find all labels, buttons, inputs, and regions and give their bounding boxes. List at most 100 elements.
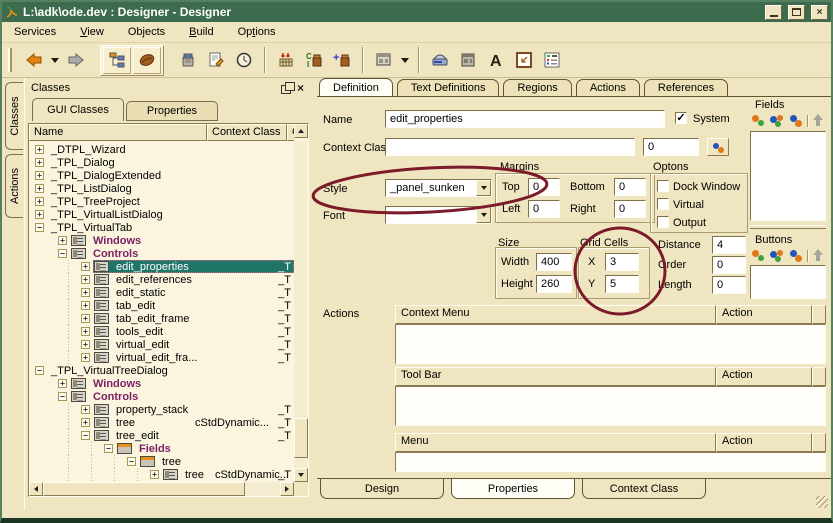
scroll-left-button[interactable] (29, 482, 43, 496)
move-up-icon[interactable] (812, 114, 824, 127)
tab-gui-classes[interactable]: GUI Classes (32, 98, 124, 121)
field-tool-icon-1[interactable] (750, 114, 765, 127)
browse-classes-button[interactable] (133, 47, 161, 74)
tree-row[interactable]: +treecStdDynamic..._T (29, 416, 294, 429)
height-input[interactable]: 260 (536, 275, 572, 293)
move-up-icon[interactable] (812, 249, 824, 262)
tree-row[interactable]: +_TPL_TreeProject (29, 195, 294, 208)
expand-icon[interactable]: + (35, 210, 44, 219)
back-button[interactable] (20, 47, 48, 74)
field-tool-icon-3[interactable] (788, 114, 803, 127)
fields-buttons-splitter[interactable] (750, 225, 826, 229)
font-dropdown-button[interactable] (476, 207, 491, 223)
expand-icon[interactable]: + (81, 275, 90, 284)
field-tool-icon-1[interactable] (750, 249, 765, 262)
tree-row[interactable]: +_TPL_Dialog (29, 156, 294, 169)
field-tool-icon-2[interactable] (769, 114, 784, 127)
tree-row[interactable]: −tree_edit_T (29, 429, 294, 442)
context-class-picker-button[interactable] (707, 138, 729, 156)
collapse-icon[interactable]: − (58, 392, 67, 401)
tree-row[interactable]: +edit_references_T (29, 273, 294, 286)
tree-row[interactable]: +virtual_edit_T (29, 338, 294, 351)
tab-design[interactable]: Design (320, 479, 444, 499)
scroll-up-button[interactable] (294, 124, 308, 138)
close-button[interactable]: × (811, 5, 828, 20)
column-header-context-class[interactable]: Context Class (207, 124, 287, 141)
edit-source-button[interactable] (202, 47, 230, 74)
context-menu-column-header[interactable]: Context Menu (395, 305, 716, 324)
tree-row[interactable]: +_TPL_DialogExtended (29, 169, 294, 182)
expand-icon[interactable]: + (81, 327, 90, 336)
field-tool-icon-3[interactable] (788, 249, 803, 262)
tab-definition[interactable]: Definition (319, 78, 393, 96)
tab-text-definitions[interactable]: Text Definitions (397, 79, 500, 96)
tab-references[interactable]: References (644, 79, 728, 96)
tree-row[interactable]: +Windows (29, 377, 294, 390)
margin-bottom-input[interactable]: 0 (614, 178, 646, 196)
tree-row[interactable]: +tab_edit_frame_T (29, 312, 294, 325)
fields-listbox[interactable] (750, 131, 826, 221)
dock-window-checkbox[interactable] (657, 180, 669, 192)
vertical-scrollbar[interactable] (294, 141, 308, 482)
expand-icon[interactable]: + (58, 379, 67, 388)
minimize-button[interactable] (765, 5, 782, 20)
dock-tab-actions[interactable]: Actions (5, 154, 23, 218)
distance-input[interactable]: 4 (712, 236, 746, 254)
panel-splitter[interactable] (310, 78, 317, 510)
virtual-checkbox[interactable] (657, 198, 669, 210)
expand-icon[interactable]: + (35, 184, 44, 193)
tab-regions[interactable]: Regions (503, 79, 571, 96)
add-class-button[interactable]: + (328, 47, 356, 74)
tree-row[interactable]: +Windows (29, 234, 294, 247)
grid-y-input[interactable]: 5 (605, 275, 639, 293)
form-options-button[interactable] (538, 47, 566, 74)
expand-icon[interactable]: + (81, 340, 90, 349)
expand-icon[interactable]: + (35, 158, 44, 167)
margin-right-input[interactable]: 0 (614, 200, 646, 218)
drive-button[interactable] (426, 47, 454, 74)
tree-row[interactable]: +tools_edit_T (29, 325, 294, 338)
tool-bar-column-header[interactable]: Tool Bar (395, 367, 716, 386)
name-input[interactable]: edit_properties (385, 110, 665, 128)
expand-icon[interactable]: + (81, 262, 90, 271)
expand-icon[interactable]: + (150, 470, 159, 479)
tree-row[interactable]: −Fields (29, 442, 294, 455)
resize-grip[interactable] (816, 496, 828, 508)
back-history-button[interactable] (48, 47, 62, 74)
inspect-button[interactable] (174, 47, 202, 74)
expand-icon[interactable]: + (81, 405, 90, 414)
toolbar-grip[interactable] (8, 48, 12, 72)
context-class-count-input[interactable]: 0 (643, 138, 699, 156)
expand-icon[interactable]: + (81, 288, 90, 297)
vertical-scroll-thumb[interactable] (294, 418, 308, 458)
expand-icon[interactable]: + (81, 314, 90, 323)
action-column-header[interactable]: Action (716, 433, 812, 452)
tree-row[interactable]: +tab_edit_T (29, 299, 294, 312)
new-window-dropdown[interactable] (398, 47, 412, 74)
expand-icon[interactable]: + (35, 145, 44, 154)
action-column-header[interactable]: Action (716, 305, 812, 324)
buttons-listbox[interactable] (750, 265, 826, 299)
output-checkbox[interactable] (657, 216, 669, 228)
tab-actions[interactable]: Actions (576, 79, 640, 96)
expand-icon[interactable]: + (35, 171, 44, 180)
menu-item-build[interactable]: Build (189, 26, 213, 38)
tab-context-class[interactable]: Context Class (582, 479, 706, 499)
menu-item-view[interactable]: View (80, 26, 104, 38)
menu-item-objects[interactable]: Objects (128, 26, 165, 38)
tree-row[interactable]: +property_stack_T (29, 403, 294, 416)
dock-tab-classes[interactable]: Classes (5, 82, 23, 150)
tree-row[interactable]: −_TPL_VirtualTab (29, 221, 294, 234)
field-tool-icon-2[interactable] (769, 249, 784, 262)
menu-column-header[interactable]: Menu (395, 433, 716, 452)
system-checkbox[interactable]: ✓ (675, 112, 687, 124)
image-button[interactable] (510, 47, 538, 74)
style-combobox[interactable]: _panel_sunken (385, 179, 492, 197)
expand-icon[interactable]: + (81, 301, 90, 310)
column-header-name[interactable]: Name (29, 124, 207, 141)
window-form-button[interactable] (454, 47, 482, 74)
tree-row[interactable]: +_TPL_ListDialog (29, 182, 294, 195)
collapse-icon[interactable]: − (127, 457, 136, 466)
font-button[interactable]: A (482, 47, 510, 74)
collapse-icon[interactable]: − (35, 366, 44, 375)
